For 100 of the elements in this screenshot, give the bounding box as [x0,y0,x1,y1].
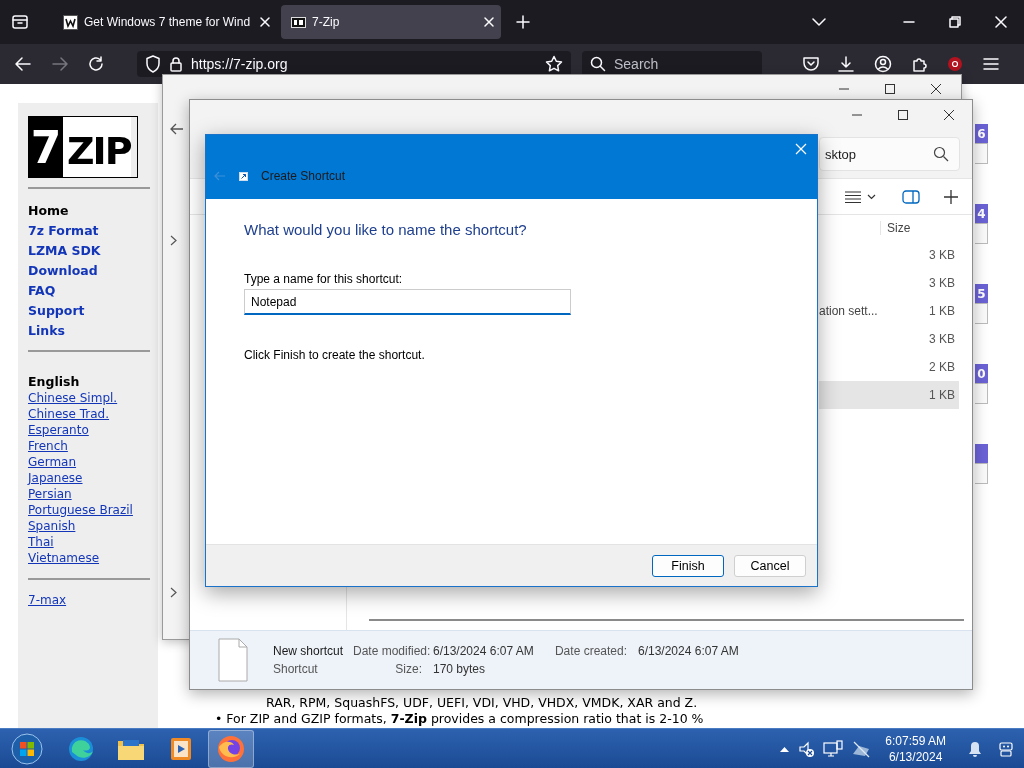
nav-link[interactable]: 7z Format [28,221,148,241]
maximize-icon[interactable] [884,83,896,95]
maximize-icon[interactable] [897,109,909,121]
file-type: Shortcut [273,662,319,676]
file-size: 2 KB [928,360,956,374]
url-text: https://7-zip.org [191,56,289,72]
number-badge: 0 [975,364,988,383]
language-link[interactable]: German [28,454,148,470]
dialog-heading: What would you like to name the shortcut? [244,221,528,238]
language-link[interactable]: Japanese [28,470,148,486]
file-row[interactable]: ation sett... 1 KB [819,297,959,325]
scrollbar[interactable] [369,619,964,621]
detail-value: 6/13/2024 6:07 AM [638,644,740,658]
browser-tab[interactable]: Get Windows 7 theme for Wind [53,5,277,39]
pocket-icon[interactable] [802,55,820,73]
language-link[interactable]: Thai [28,534,148,550]
account-icon[interactable] [874,55,892,73]
box-outline [975,143,988,164]
body-text: • For ZIP and GZIP formats, 7-Zip provides a compression ratio that is 2-10 % [215,711,705,727]
language-link[interactable]: Portuguese Brazil [28,502,148,518]
number-badge: 4 [975,204,988,223]
chevron-right-icon[interactable] [170,587,177,598]
detail-value: 170 bytes [433,662,487,676]
column-header[interactable]: Size [880,221,959,235]
shield-icon [145,55,161,73]
bell-icon[interactable] [968,740,982,757]
file-size: 3 KB [928,248,956,262]
body-text: RAR, RPM, SquashFS, UDF, UEFI, VDI, VHD, VHDX, VMDK, XAR and Z. [265,695,699,711]
site-icon [63,14,78,30]
back-arrow-icon[interactable] [169,123,184,135]
box-outline [975,463,988,484]
file-type: ation sett... [819,304,879,318]
tab-list-icon[interactable] [11,14,29,30]
browser-tab[interactable]: 7-Zip [281,5,501,39]
taskbar-button[interactable] [208,729,254,768]
site-icon [291,14,306,30]
chevron-down-icon[interactable] [867,193,876,200]
network-icon[interactable] [823,739,844,758]
new-tab-icon[interactable] [516,15,530,29]
browser-swirl-icon[interactable] [68,735,94,762]
dialog-title: Create Shortcut [261,169,346,183]
bookmark-star-icon[interactable] [545,55,563,73]
file-row[interactable]: 3 KB [819,325,959,353]
file-row[interactable]: 2 KB [819,353,959,381]
extensions-icon[interactable] [911,55,929,73]
language-link[interactable]: Spanish [28,518,148,534]
nav-link[interactable]: FAQ [28,281,148,301]
search-field[interactable]: sktop [819,137,960,171]
file-icon [218,638,248,682]
nav-link[interactable]: Download [28,261,148,281]
back-arrow-icon[interactable] [14,55,32,73]
caret-up-icon[interactable] [780,745,790,752]
nav-link[interactable]: Links [28,321,148,341]
chevron-right-icon[interactable] [170,235,177,246]
number-badge: 5 [975,284,988,303]
pane-icon[interactable] [902,189,920,204]
name-input-field[interactable]: Notepad [244,289,571,315]
nav-link[interactable]: LZMA SDK [28,241,148,261]
nav-link[interactable]: Support [28,301,148,321]
tab-title: Get Windows 7 theme for Wind [84,15,252,29]
language-link[interactable]: Chinese Simpl. [28,390,148,406]
instruction-text: Click Finish to create the shortcut. [244,348,426,362]
clock-time: 6:07:59 AM [885,732,946,749]
nav-link[interactable]: Home [28,201,148,221]
detail-label: Size: [394,662,423,676]
box-outline [975,223,988,244]
language-link[interactable]: Vietnamese [28,550,148,566]
search-field[interactable]: Search [582,51,762,77]
fox-globe-icon[interactable] [217,734,245,763]
language-link[interactable]: Esperanto [28,422,148,438]
language-link[interactable]: Persian [28,486,148,502]
dialog-button[interactable]: Finish [652,554,724,577]
file-row[interactable]: 3 KB [819,241,959,269]
restore-icon[interactable] [949,16,961,28]
number-badge: 6 [975,124,988,143]
download-icon[interactable] [837,55,855,73]
shortcut-icon [239,171,248,181]
list-view-icon[interactable] [845,190,861,203]
close-icon[interactable] [943,109,955,121]
file-row[interactable]: 3 KB [819,269,959,297]
file-size: 3 KB [928,276,956,290]
close-icon[interactable] [930,83,942,95]
language-link[interactable]: Chinese Trad. [28,406,148,422]
language-link[interactable]: French [28,438,148,454]
box-outline [975,303,988,324]
reload-icon[interactable] [87,55,105,73]
field-label: Type a name for this shortcut: [244,272,404,286]
plus-icon[interactable] [944,189,958,204]
menu-icon[interactable] [982,55,1000,73]
media-player-icon[interactable] [170,736,192,761]
start-orb-icon[interactable] [11,732,43,765]
forward-arrow-icon[interactable] [51,55,69,73]
robot-icon[interactable] [998,739,1014,758]
file-row[interactable]: 1 KB [819,381,959,409]
detail-label: Date created: [553,644,628,658]
dialog-button[interactable]: Cancel [734,554,806,577]
site-logo[interactable]: 7 ZIP [28,116,138,178]
detail-value: 6/13/2024 6:07 AM [433,644,535,658]
page-link[interactable]: 7-max [28,592,148,608]
address-bar[interactable]: https://7-zip.org [137,51,571,77]
